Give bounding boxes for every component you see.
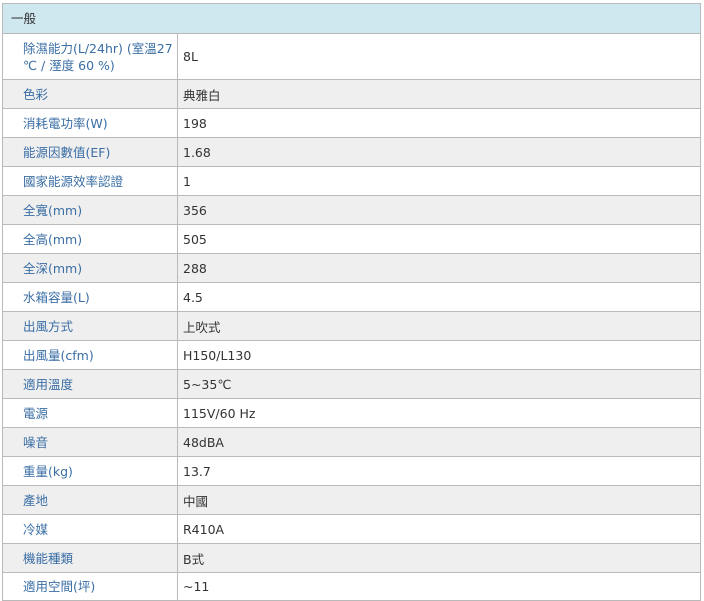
spec-value: 288 (183, 260, 207, 276)
spec-row: 全寬(mm) 356 (3, 196, 700, 225)
spec-row: 除濕能力(L/24hr) (室溫27 ℃ / 溼度 60 %) 8L (3, 34, 700, 80)
spec-row: 水箱容量(L) 4.5 (3, 283, 700, 312)
spec-value: 8L (183, 49, 198, 64)
spec-label: 機能種類 (3, 544, 178, 572)
spec-row: 國家能源效率認證 1 (3, 167, 700, 196)
spec-row: 色彩 典雅白 (3, 80, 700, 109)
section-header-general: 一般 (3, 4, 700, 34)
spec-value: 198 (183, 115, 207, 131)
spec-row: 出風量(cfm) H150/L130 (3, 341, 700, 370)
spec-label: 冷媒 (3, 515, 178, 543)
spec-value: R410A (183, 521, 225, 537)
spec-row: 冷媒 R410A (3, 515, 700, 544)
spec-value: 356 (183, 202, 207, 218)
spec-label: 電源 (3, 399, 178, 427)
spec-row: 適用溫度 5~35℃ (3, 370, 700, 399)
spec-value: B式 (183, 551, 205, 567)
spec-label: 重量(kg) (3, 457, 178, 485)
spec-label: 噪音 (3, 428, 178, 456)
spec-row: 重量(kg) 13.7 (3, 457, 700, 486)
spec-label: 出風方式 (3, 312, 178, 340)
spec-row: 消耗電功率(W) 198 (3, 109, 700, 138)
spec-row: 電源 115V/60 Hz (3, 399, 700, 428)
spec-label: 全高(mm) (3, 225, 178, 253)
spec-label: 適用空間(坪) (3, 573, 178, 600)
spec-label: 國家能源效率認證 (3, 167, 178, 195)
spec-label: 色彩 (3, 80, 178, 108)
spec-value: ~11 (183, 579, 210, 594)
spec-rows: 除濕能力(L/24hr) (室溫27 ℃ / 溼度 60 %) 8L 色彩 典雅白 消耗… (3, 34, 700, 600)
spec-value: 1 (183, 173, 191, 189)
spec-value: 中國 (183, 493, 209, 509)
spec-value: 上吹式 (183, 319, 221, 335)
spec-row: 產地 中國 (3, 486, 700, 515)
spec-row: 能源因數值(EF) 1.68 (3, 138, 700, 167)
spec-row: 適用空間(坪) ~11 (3, 573, 700, 600)
spec-label: 能源因數值(EF) (3, 138, 178, 166)
spec-value: 4.5 (183, 289, 203, 305)
spec-label: 除濕能力(L/24hr) (室溫27 ℃ / 溼度 60 %) (3, 34, 178, 79)
spec-value: 505 (183, 231, 207, 247)
spec-table: 一般 除濕能力(L/24hr) (室溫27 ℃ / 溼度 60 %) 8L 色彩 典雅… (2, 3, 701, 601)
spec-value: 1.68 (183, 144, 211, 160)
spec-value: 13.7 (183, 463, 211, 479)
spec-value: 5~35℃ (183, 376, 232, 392)
spec-row: 機能種類 B式 (3, 544, 700, 573)
spec-label: 適用溫度 (3, 370, 178, 398)
spec-row: 噪音 48dBA (3, 428, 700, 457)
spec-value: 典雅白 (183, 87, 221, 103)
spec-label: 消耗電功率(W) (3, 109, 178, 137)
spec-label: 全深(mm) (3, 254, 178, 282)
spec-row: 出風方式 上吹式 (3, 312, 700, 341)
spec-row: 全高(mm) 505 (3, 225, 700, 254)
spec-value: 115V/60 Hz (183, 405, 256, 421)
spec-label: 產地 (3, 486, 178, 514)
spec-label: 水箱容量(L) (3, 283, 178, 311)
spec-value: 48dBA (183, 434, 224, 450)
spec-label: 全寬(mm) (3, 196, 178, 224)
spec-label: 出風量(cfm) (3, 341, 178, 369)
spec-row: 全深(mm) 288 (3, 254, 700, 283)
spec-value: H150/L130 (183, 347, 252, 363)
